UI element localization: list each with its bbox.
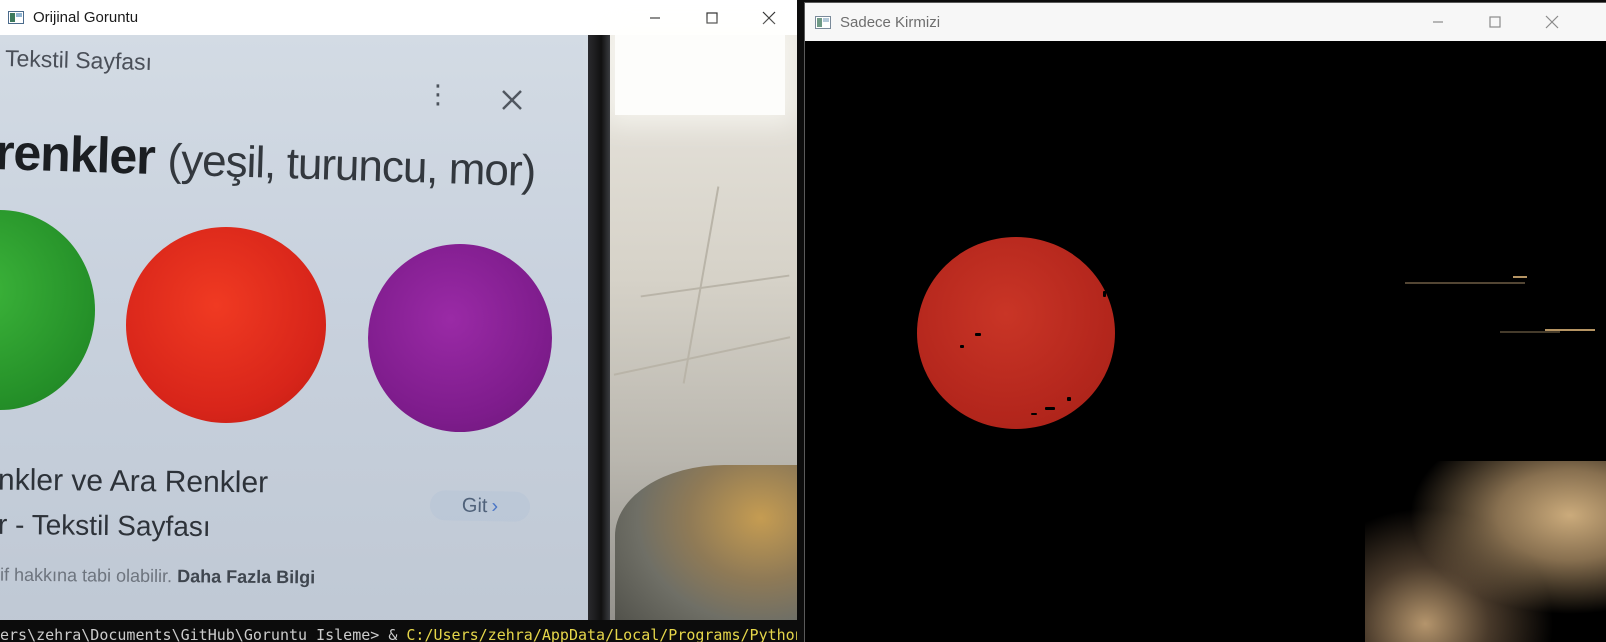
mask-noise [1545,329,1595,331]
go-button: Git › [429,490,531,522]
chevron-right-icon: › [491,494,499,517]
window-title: Orijinal Goruntu [33,9,139,26]
terminal-behind: ers\zehra\Documents\GitHub\Goruntu_Islem… [0,620,797,642]
maximize-icon [705,11,718,24]
app-icon [815,15,831,29]
result-source: r - Tekstil Sayfası [0,508,211,543]
more-options-icon: ⋮ [425,79,451,109]
maximize-button[interactable] [1466,3,1523,41]
camera-frame: Tekstil Sayfası ⋮ renkler (yeşil, turunc… [0,35,797,642]
red-disc [126,227,326,423]
maximize-button[interactable] [683,0,740,35]
mask-hole [960,345,964,348]
terminal-line: ers\zehra\Documents\GitHub\Goruntu_Islem… [0,626,797,642]
window-title: Sadece Kirmizi [840,13,941,31]
mask-hole [1045,407,1055,410]
mask-noise [1405,282,1525,284]
footnote-text: if hakkına tabi olabilir. [0,564,173,587]
go-button-label: Git [461,494,488,517]
mask-noise [1500,331,1560,333]
result-heading: nkler ve Ara Renkler [0,463,269,500]
mask-hole [1103,291,1106,297]
purple-disc [368,244,552,432]
ceiling-light [615,35,785,115]
mask-noise [1513,276,1527,278]
close-icon [762,11,775,24]
mask-hole [1067,397,1071,401]
terminal-prompt: ers\zehra\Documents\GitHub\Goruntu_Islem… [0,626,407,642]
titlebar[interactable]: Orijinal Goruntu [0,0,797,35]
close-icon [1545,15,1558,29]
mask-hole [975,333,981,336]
minimize-icon [649,16,660,19]
close-button[interactable] [740,0,797,35]
phone-bezel [588,35,610,642]
mask-noise-region [1365,461,1606,642]
red-mask-disc [917,237,1115,429]
app-icon [8,11,24,24]
terminal-command-path: C:/Users/zehra/AppData/Local/Programs/Py… [406,626,797,642]
footnote: if hakkına tabi olabilir. Daha Fazla Bil… [0,565,315,589]
more-info-link: Daha Fazla Bilgi [177,566,316,588]
minimize-button[interactable] [1409,3,1466,41]
minimize-button[interactable] [626,0,683,35]
close-button[interactable] [1523,3,1580,41]
mask-hole [1031,413,1037,415]
person-in-background [615,465,797,642]
maximize-icon [1488,16,1501,28]
headline-bold: renkler [0,123,156,185]
headline-rest: (yeşil, turuncu, mor) [166,135,536,196]
window-original: Orijinal Goruntu Tekstil Sayfası ⋮ renkl… [0,0,797,642]
mask-frame [805,41,1606,642]
minimize-icon [1432,21,1443,23]
close-icon [502,90,522,110]
page-title: Tekstil Sayfası [4,44,153,76]
window-mask: Sadece Kirmizi [805,3,1606,642]
titlebar[interactable]: Sadece Kirmizi [805,3,1606,41]
